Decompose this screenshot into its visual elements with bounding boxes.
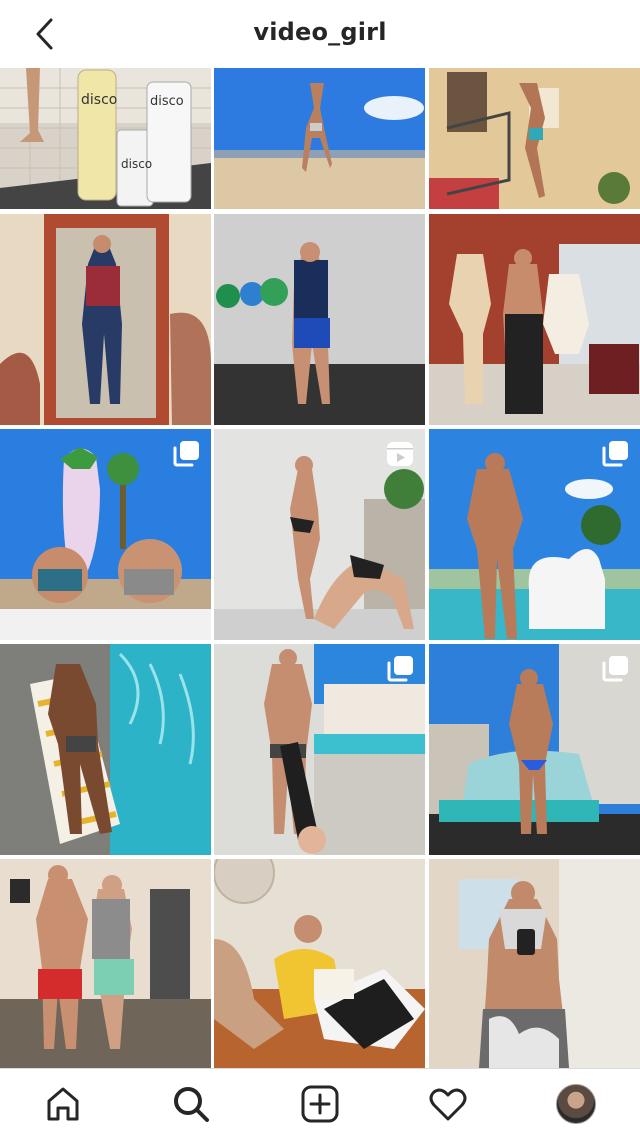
post-image — [429, 859, 640, 1068]
post-tile-4[interactable] — [0, 214, 211, 425]
post-tile-13[interactable] — [0, 859, 211, 1070]
post-tile-15[interactable] — [429, 859, 640, 1070]
post-image — [429, 214, 640, 425]
home-icon — [47, 1087, 79, 1121]
post-tile-12[interactable] — [429, 644, 640, 855]
page-title: video_girl — [253, 18, 387, 46]
profile-button[interactable] — [551, 1079, 601, 1129]
search-icon — [174, 1087, 209, 1122]
post-tile-7[interactable] — [0, 429, 211, 640]
post-image — [0, 644, 211, 855]
post-tile-10[interactable] — [0, 644, 211, 855]
new-post-button[interactable] — [295, 1079, 345, 1129]
reel-icon — [387, 442, 413, 466]
post-image — [214, 214, 425, 425]
new-post-icon — [301, 1085, 339, 1123]
carousel-icon — [387, 656, 413, 682]
avatar — [556, 1084, 596, 1124]
post-image — [0, 214, 211, 425]
post-tile-14[interactable] — [214, 859, 425, 1070]
carousel-icon — [173, 441, 199, 467]
bottom-nav — [0, 1068, 640, 1138]
top-bar: video_girl — [0, 0, 640, 68]
post-image — [429, 68, 640, 209]
heart-icon — [429, 1088, 467, 1121]
disco-label: disco — [121, 157, 153, 171]
post-image — [214, 859, 425, 1068]
post-grid: disco disco disco — [0, 68, 640, 1068]
post-tile-9[interactable] — [429, 429, 640, 640]
post-tile-5[interactable] — [214, 214, 425, 425]
home-button[interactable] — [38, 1079, 88, 1129]
post-tile-8[interactable] — [214, 429, 425, 640]
post-image — [0, 68, 211, 209]
post-image — [214, 68, 425, 209]
search-button[interactable] — [166, 1079, 216, 1129]
activity-button[interactable] — [423, 1079, 473, 1129]
post-tile-11[interactable] — [214, 644, 425, 855]
carousel-icon — [602, 656, 628, 682]
post-tile-6[interactable] — [429, 214, 640, 425]
post-image — [0, 859, 211, 1068]
disco-label: disco — [150, 94, 184, 109]
carousel-icon — [602, 441, 628, 467]
disco-label: disco — [81, 92, 118, 108]
